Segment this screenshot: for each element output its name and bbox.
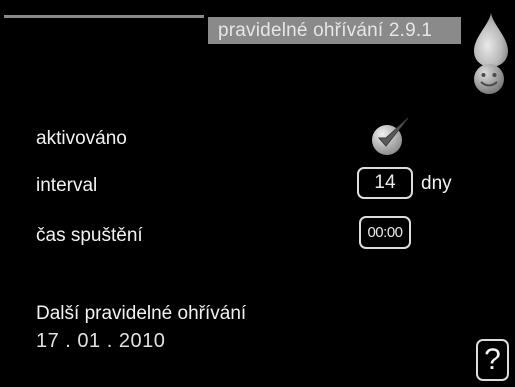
check-icon[interactable] — [368, 114, 412, 158]
interval-unit: dny — [421, 173, 452, 194]
start-time-label: čas spuštění — [36, 225, 143, 246]
next-heating-label: Další pravidelné ohřívání — [36, 303, 247, 324]
page-title: pravidelné ohřívání 2.9.1 — [208, 17, 461, 44]
page-title-text: pravidelné ohřívání 2.9.1 — [218, 19, 433, 41]
smiley-icon — [474, 64, 504, 94]
interval-label: interval — [36, 175, 98, 196]
start-time-input[interactable]: 00:00 — [359, 216, 411, 249]
interval-input[interactable]: 14 — [357, 167, 413, 199]
interval-value: 14 — [374, 172, 396, 193]
activated-label: aktivováno — [36, 128, 127, 149]
help-button[interactable]: ? — [476, 339, 509, 381]
start-time-value: 00:00 — [367, 224, 403, 241]
drop-icon — [474, 13, 508, 67]
header-rule — [4, 15, 204, 18]
next-heating-date: 17 . 01 . 2010 — [36, 330, 166, 352]
help-icon: ? — [484, 343, 501, 376]
